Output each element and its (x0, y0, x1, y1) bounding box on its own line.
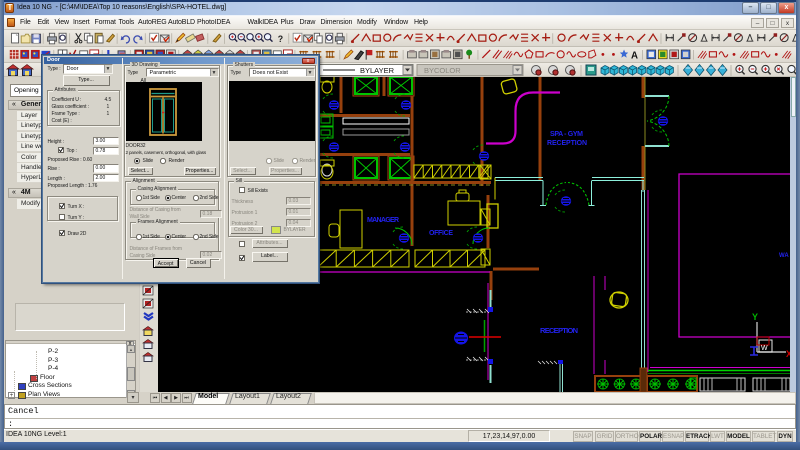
svg-text:BYCOLOR: BYCOLOR (424, 66, 461, 75)
svg-text:A: A (631, 50, 638, 61)
svg-text:W: W (761, 345, 768, 352)
svg-text:BYLAYER: BYLAYER (360, 66, 395, 75)
svg-text:Y: Y (752, 312, 758, 322)
svg-text:WA: WA (779, 253, 789, 259)
svg-text:RECEPTION: RECEPTION (540, 326, 578, 335)
svg-text:OFFICE: OFFICE (429, 230, 453, 237)
svg-text:MANAGER: MANAGER (367, 217, 399, 224)
svg-text:SPA - GYM: SPA - GYM (550, 131, 583, 138)
svg-text:?: ? (278, 34, 283, 44)
svg-text:RECEPTION: RECEPTION (547, 140, 587, 147)
